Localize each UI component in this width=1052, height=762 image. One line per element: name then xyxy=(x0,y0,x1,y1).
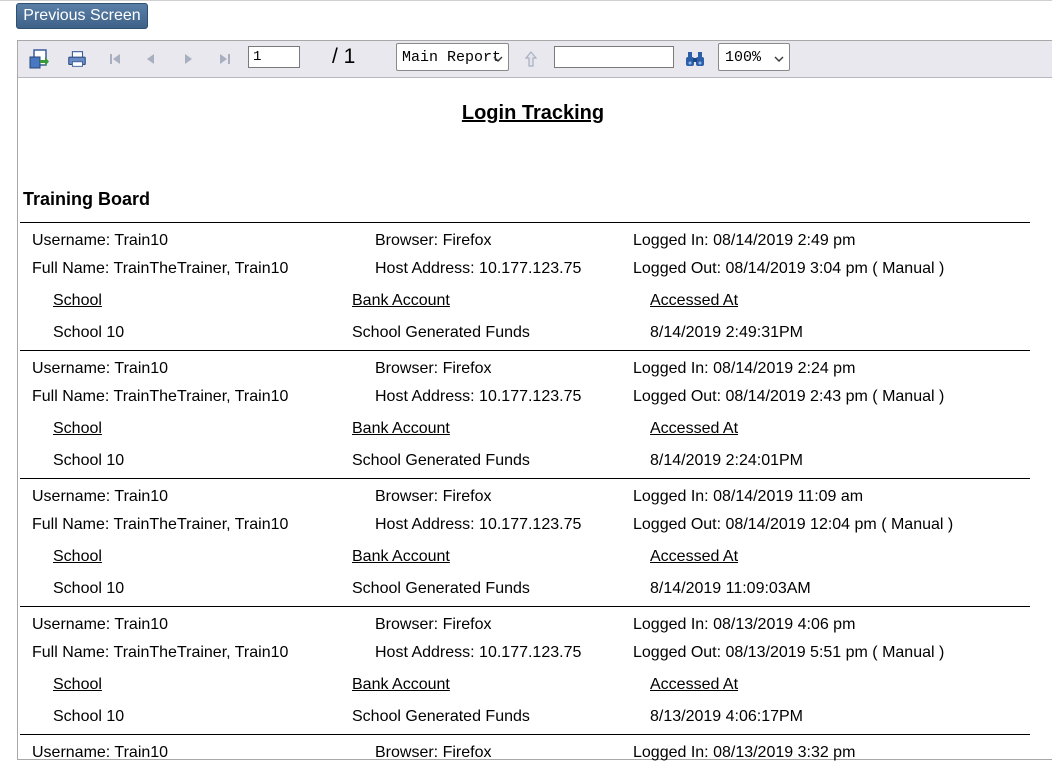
bank-account-value: School Generated Funds xyxy=(352,452,530,469)
zoom-select[interactable]: 100% xyxy=(718,43,790,71)
full-name: Full Name: TrainTheTrainer, Train10 xyxy=(32,516,289,533)
logged-out: Logged Out: 08/13/2019 5:51 pm ( Manual … xyxy=(633,644,945,661)
report-toolbar: / 1 Main Report xyxy=(18,41,1052,78)
school-header: School xyxy=(53,548,102,565)
browser: Browser: Firefox xyxy=(375,232,492,249)
accessed-at-header: Accessed At xyxy=(650,292,739,309)
export-icon[interactable] xyxy=(28,48,50,70)
record-divider xyxy=(20,734,1030,735)
accessed-at-value: 8/14/2019 11:09:03AM xyxy=(650,580,811,597)
previous-page-icon[interactable] xyxy=(140,48,162,70)
logged-out: Logged Out: 08/14/2019 12:04 pm ( Manual… xyxy=(633,516,954,533)
board-title: Training Board xyxy=(23,189,151,209)
record-divider xyxy=(20,350,1030,351)
accessed-at-value: 8/13/2019 4:06:17PM xyxy=(650,708,804,725)
record-divider xyxy=(20,222,1030,223)
username: Username: Train10 xyxy=(32,488,169,505)
print-icon[interactable] xyxy=(66,48,88,70)
search-input[interactable] xyxy=(554,46,674,68)
record-divider xyxy=(20,478,1030,479)
binoculars-icon[interactable] xyxy=(684,48,706,70)
host-address: Host Address: 10.177.123.75 xyxy=(375,644,582,661)
previous-screen-button[interactable]: Previous Screen xyxy=(16,3,148,29)
bank-account-header: Bank Account xyxy=(352,420,450,437)
school-header: School xyxy=(53,420,102,437)
full-name: Full Name: TrainTheTrainer, Train10 xyxy=(32,388,289,405)
school-header: School xyxy=(53,676,102,693)
report-select[interactable]: Main Report xyxy=(396,43,509,71)
first-page-icon[interactable] xyxy=(104,48,126,70)
host-address: Host Address: 10.177.123.75 xyxy=(375,516,582,533)
zoom-select-value: 100% xyxy=(725,48,762,66)
page-number-input[interactable] xyxy=(248,46,300,68)
bank-account-header: Bank Account xyxy=(352,548,450,565)
host-address: Host Address: 10.177.123.75 xyxy=(375,260,582,277)
last-page-icon[interactable] xyxy=(214,48,236,70)
page-total: / 1 xyxy=(332,45,356,68)
top-divider xyxy=(0,0,1052,1)
accessed-at-header: Accessed At xyxy=(650,676,739,693)
browser: Browser: Firefox xyxy=(375,488,492,505)
username: Username: Train10 xyxy=(32,616,169,633)
username: Username: Train10 xyxy=(32,232,169,249)
full-name: Full Name: TrainTheTrainer, Train10 xyxy=(32,260,289,277)
logged-in: Logged In: 08/14/2019 11:09 am xyxy=(633,488,864,505)
username: Username: Train10 xyxy=(32,744,169,761)
record-divider xyxy=(20,606,1030,607)
logged-in: Logged In: 08/13/2019 4:06 pm xyxy=(633,616,856,633)
accessed-at-header: Accessed At xyxy=(650,420,739,437)
school-value: School 10 xyxy=(53,580,125,597)
logged-in: Logged In: 08/13/2019 3:32 pm xyxy=(633,744,856,761)
accessed-at-value: 8/14/2019 2:49:31PM xyxy=(650,324,804,341)
username: Username: Train10 xyxy=(32,360,169,377)
bank-account-value: School Generated Funds xyxy=(352,324,530,341)
logged-out: Logged Out: 08/14/2019 3:04 pm ( Manual … xyxy=(633,260,945,277)
accessed-at-header: Accessed At xyxy=(650,548,739,565)
chevron-down-icon xyxy=(493,52,503,69)
up-arrow-icon[interactable] xyxy=(520,48,542,70)
report-select-value: Main Report xyxy=(402,48,502,66)
chevron-down-icon xyxy=(774,52,784,69)
bank-account-header: Bank Account xyxy=(352,292,450,309)
school-value: School 10 xyxy=(53,324,125,341)
host-address: Host Address: 10.177.123.75 xyxy=(375,388,582,405)
next-page-icon[interactable] xyxy=(177,48,199,70)
report-title: Login Tracking xyxy=(461,102,605,124)
full-name: Full Name: TrainTheTrainer, Train10 xyxy=(32,644,289,661)
logged-in: Logged In: 08/14/2019 2:24 pm xyxy=(633,360,856,377)
browser: Browser: Firefox xyxy=(375,616,492,633)
report-viewer: / 1 Main Report xyxy=(17,40,1052,761)
school-value: School 10 xyxy=(53,708,125,725)
bank-account-value: School Generated Funds xyxy=(352,708,530,725)
bank-account-header: Bank Account xyxy=(352,676,450,693)
bank-account-value: School Generated Funds xyxy=(352,580,530,597)
accessed-at-value: 8/14/2019 2:24:01PM xyxy=(650,452,804,469)
school-header: School xyxy=(53,292,102,309)
logged-out: Logged Out: 08/14/2019 2:43 pm ( Manual … xyxy=(633,388,945,405)
school-value: School 10 xyxy=(53,452,125,469)
browser: Browser: Firefox xyxy=(375,360,492,377)
browser: Browser: Firefox xyxy=(375,744,492,761)
logged-in: Logged In: 08/14/2019 2:49 pm xyxy=(633,232,856,249)
